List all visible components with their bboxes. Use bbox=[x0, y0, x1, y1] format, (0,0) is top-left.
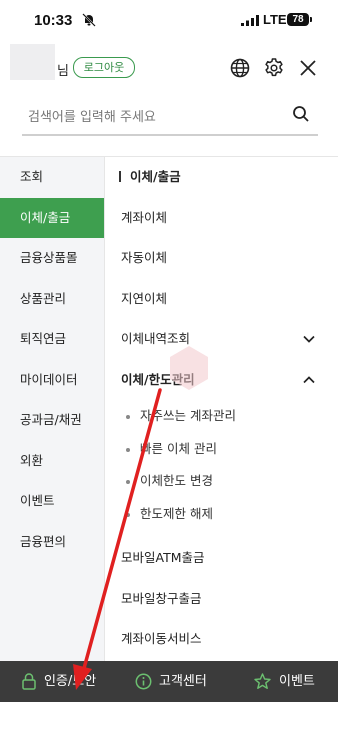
submenu-section-title: 이체/출금 bbox=[105, 157, 338, 198]
chevron-down-icon[interactable] bbox=[302, 332, 316, 346]
subitem-change-limit[interactable]: 이체한도 변경 bbox=[105, 465, 338, 498]
user-suffix: 님 bbox=[57, 64, 69, 79]
battery-cap bbox=[310, 17, 312, 22]
subitem-quick-transfer[interactable]: 빠른 이체 관리 bbox=[105, 433, 338, 466]
signal-icon bbox=[241, 15, 259, 26]
info-icon bbox=[135, 673, 152, 690]
submenu-item-delayed-transfer[interactable]: 지연이체 bbox=[105, 279, 338, 320]
category-item-utility-bonds[interactable]: 공과금/채권 bbox=[0, 400, 104, 441]
submenu-item-account-switch[interactable]: 계좌이동서비스 bbox=[105, 619, 338, 660]
close-icon[interactable] bbox=[297, 57, 319, 79]
user-name-redacted bbox=[10, 44, 55, 80]
submenu-item-auto-transfer[interactable]: 자동이체 bbox=[105, 238, 338, 279]
star-icon bbox=[254, 673, 271, 690]
subitem-release-limit[interactable]: 한도제한 해제 bbox=[105, 498, 338, 531]
network-label: LTE bbox=[263, 12, 287, 27]
category-item-mydata[interactable]: 마이데이터 bbox=[0, 360, 104, 401]
submenu-panel: 이체/출금 계좌이체 자동이체 지연이체 이체내역조회 이체/한도관리 자주쓰는… bbox=[105, 157, 338, 660]
submenu-group-limit-management[interactable]: 이체/한도관리 bbox=[105, 360, 338, 401]
battery-icon: 78 bbox=[287, 13, 309, 26]
lock-icon bbox=[22, 673, 36, 690]
status-bar: 10:33 LTE 78 bbox=[0, 0, 338, 42]
category-item-event[interactable]: 이벤트 bbox=[0, 481, 104, 522]
event-button[interactable]: 이벤트 bbox=[279, 661, 315, 702]
category-item-convenience[interactable]: 금융편의 bbox=[0, 522, 104, 563]
status-time: 10:33 bbox=[34, 12, 73, 29]
category-sidebar: 조회 이체/출금 금융상품몰 상품관리 퇴직연금 마이데이터 공과금/채권 외환… bbox=[0, 157, 105, 661]
submenu-item-mobile-counter[interactable]: 모바일창구출금 bbox=[105, 579, 338, 620]
watermark-logo bbox=[170, 346, 208, 390]
submenu-item-label: 이체내역조회 bbox=[121, 331, 191, 346]
search-input[interactable]: 검색어를 입력해 주세요 bbox=[22, 100, 318, 136]
section-bar bbox=[119, 171, 121, 182]
logout-button[interactable]: 로그아웃 bbox=[73, 57, 135, 78]
submenu-item-transfer-history[interactable]: 이체내역조회 bbox=[105, 319, 338, 360]
category-item-products[interactable]: 금융상품몰 bbox=[0, 238, 104, 279]
category-item-transfer[interactable]: 이체/출금 bbox=[0, 197, 104, 238]
globe-icon[interactable] bbox=[229, 57, 251, 79]
search-icon[interactable] bbox=[292, 105, 310, 123]
submenu-item-account-transfer[interactable]: 계좌이체 bbox=[105, 198, 338, 239]
category-item-forex[interactable]: 외환 bbox=[0, 441, 104, 482]
customer-center-button[interactable]: 고객센터 bbox=[159, 661, 207, 702]
category-item-product-management[interactable]: 상품관리 bbox=[0, 279, 104, 320]
subitem-frequent-accounts[interactable]: 자주쓰는 계좌관리 bbox=[105, 400, 338, 433]
category-item-pension[interactable]: 퇴직연금 bbox=[0, 319, 104, 360]
bell-muted-icon bbox=[82, 13, 96, 27]
bottom-action-bar: 인증/보안 고객센터 이벤트 bbox=[0, 661, 338, 702]
submenu-item-mobile-atm[interactable]: 모바일ATM출금 bbox=[105, 538, 338, 579]
auth-security-button[interactable]: 인증/보안 bbox=[44, 661, 96, 702]
chevron-up-icon[interactable] bbox=[302, 373, 316, 387]
search-placeholder: 검색어를 입력해 주세요 bbox=[28, 110, 156, 125]
category-item-inquiry[interactable]: 조회 bbox=[0, 157, 104, 198]
gear-icon[interactable] bbox=[263, 57, 285, 79]
section-title-text: 이체/출금 bbox=[130, 169, 181, 184]
menu-header: 님 로그아웃 bbox=[0, 42, 338, 94]
